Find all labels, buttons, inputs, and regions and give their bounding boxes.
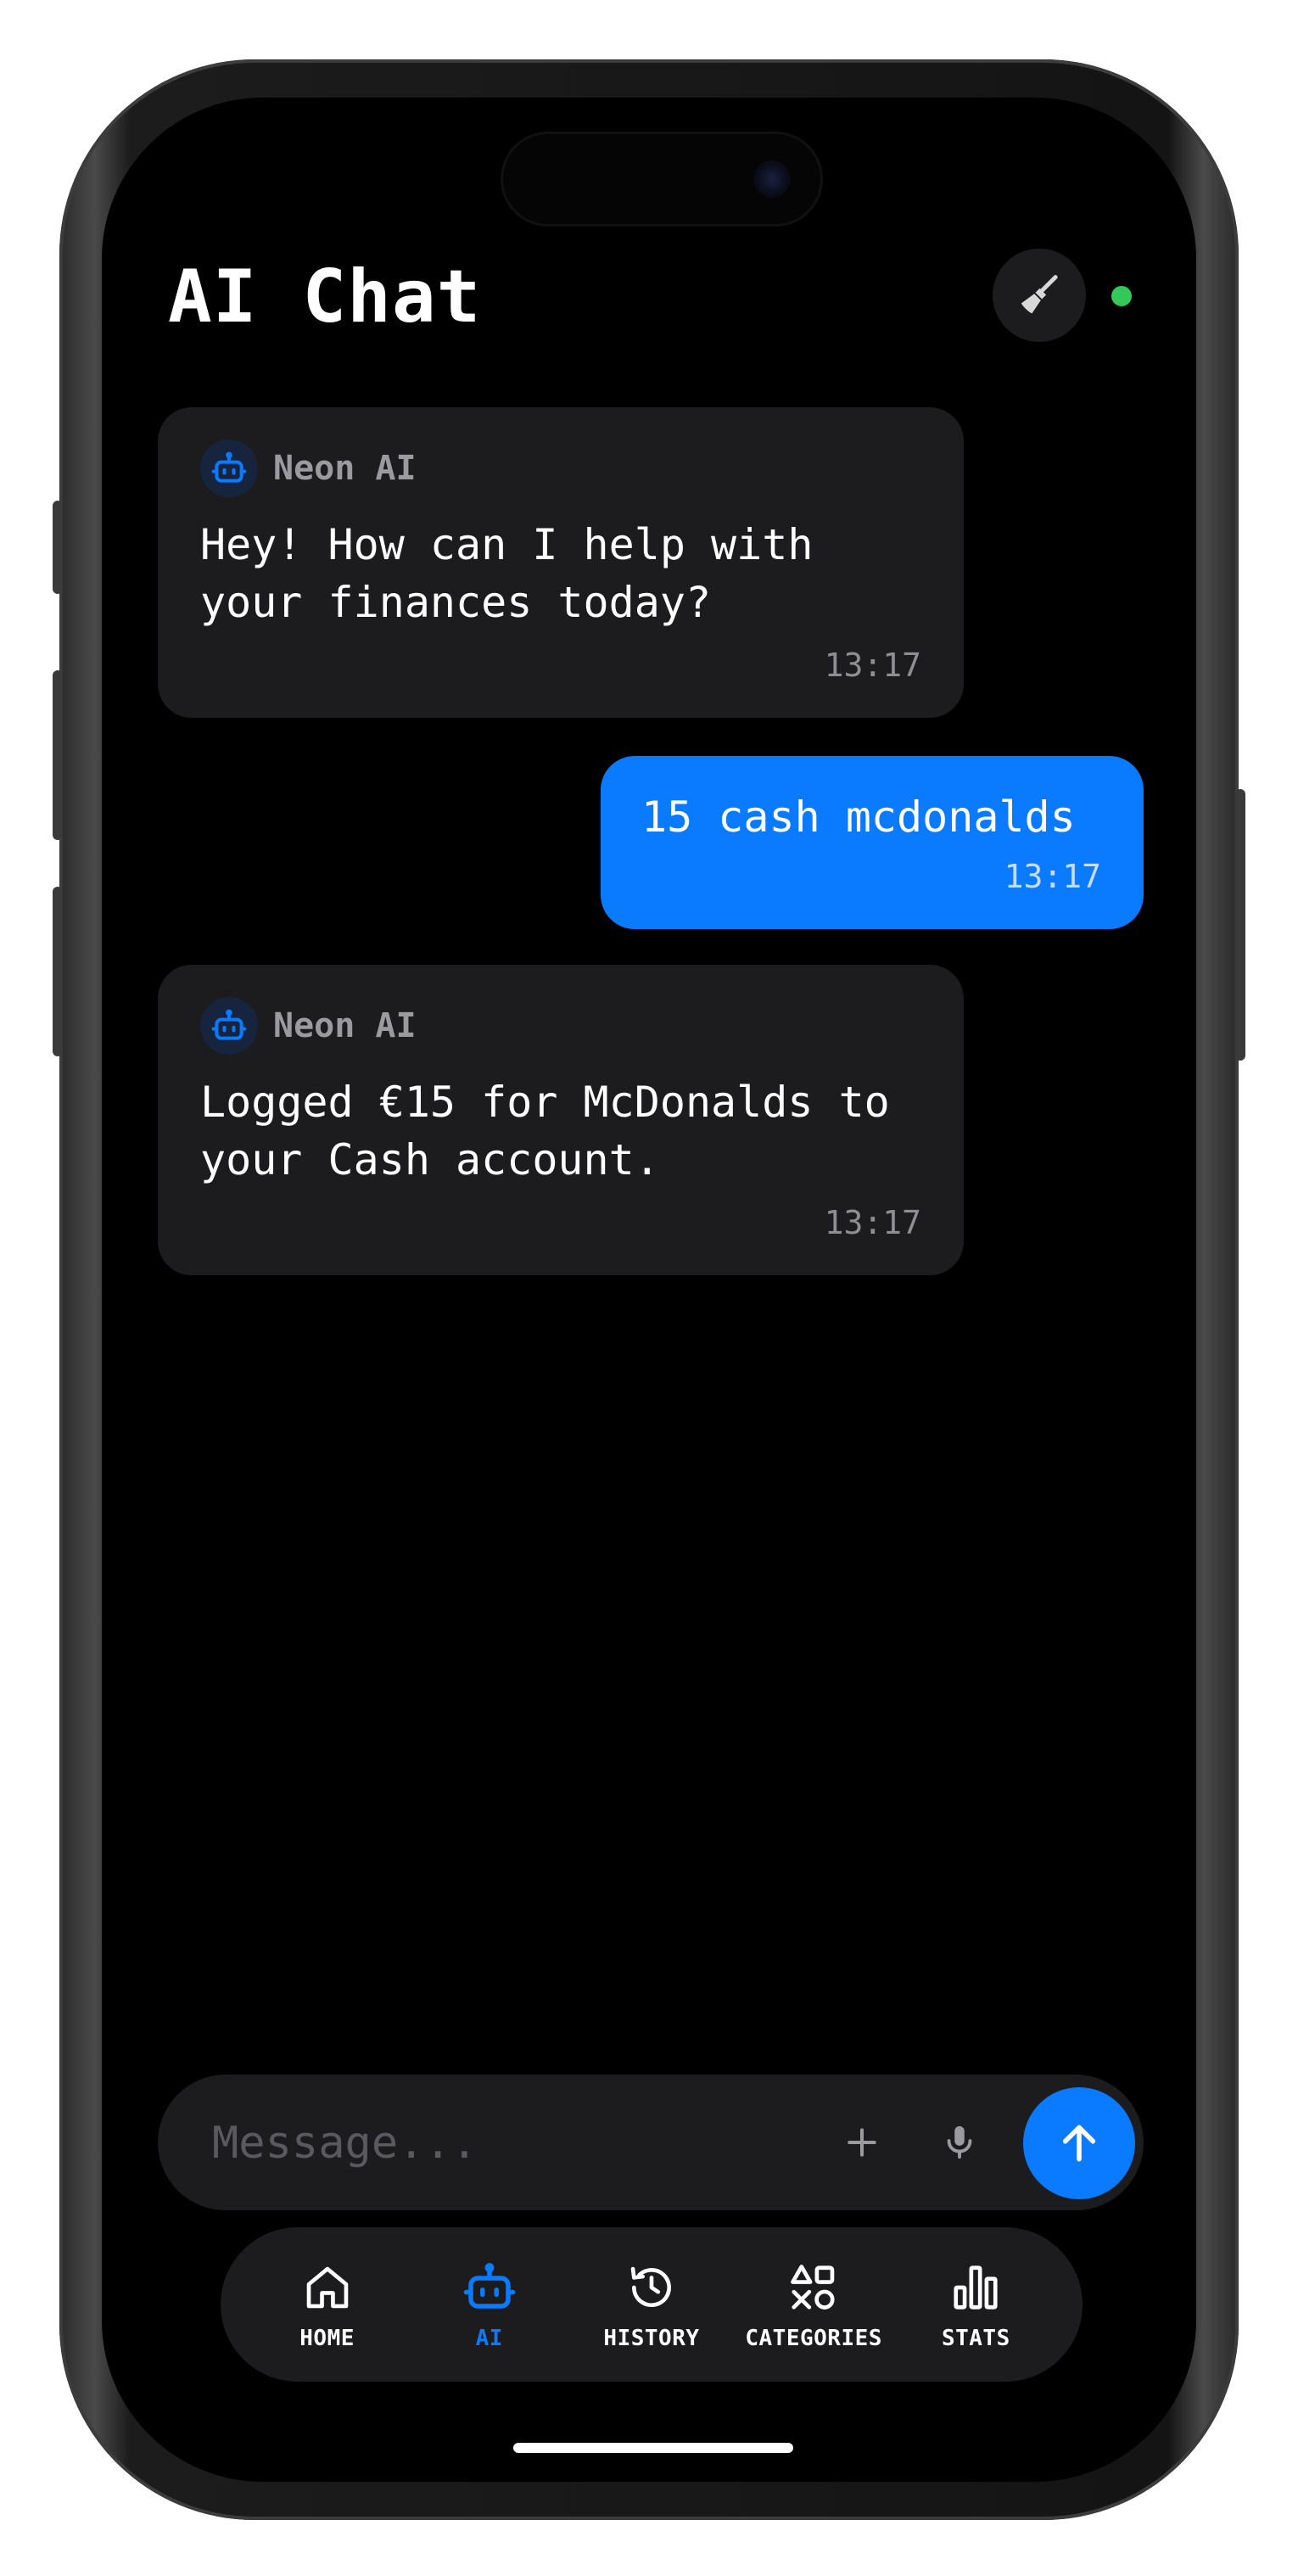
bar-chart-icon [946, 2258, 1005, 2317]
assistant-message: Neon AI Hey! How can I help with your fi… [158, 407, 964, 718]
tab-label: STATS [941, 2326, 1010, 2351]
tab-categories[interactable]: CATEGORIES [733, 2258, 894, 2351]
message-composer [158, 2075, 1144, 2210]
camera-icon [753, 160, 791, 198]
side-button-volume-down [53, 887, 63, 1056]
voice-input-button[interactable] [926, 2108, 993, 2176]
message-timestamp: 13:17 [1004, 858, 1101, 895]
clear-chat-button[interactable] [993, 249, 1086, 342]
message-timestamp: 13:17 [824, 647, 921, 684]
microphone-icon [947, 2125, 972, 2159]
message-text: Hey! How can I help with your finances t… [200, 520, 814, 627]
tab-label: HOME [299, 2326, 355, 2351]
user-message: 15 cash mcdonalds 13:17 [601, 756, 1144, 929]
side-button-volume-up [53, 670, 63, 840]
robot-icon [460, 2258, 519, 2317]
robot-icon [200, 997, 258, 1055]
side-button-action [53, 501, 63, 594]
tab-label: CATEGORIES [745, 2326, 882, 2351]
message-timestamp: 13:17 [824, 1204, 921, 1241]
broom-icon [1021, 275, 1058, 314]
side-button-power [1235, 789, 1245, 1061]
history-icon [622, 2258, 681, 2317]
plus-icon [848, 2128, 876, 2157]
shapes-icon [784, 2258, 843, 2317]
bottom-tab-bar: HOME AI HISTORY CATEGORIES STATS [221, 2227, 1083, 2382]
arrow-up-icon [1062, 2125, 1096, 2162]
tab-stats[interactable]: STATS [895, 2258, 1056, 2351]
message-text: 15 cash mcdonalds [641, 792, 1076, 842]
tab-ai[interactable]: AI [409, 2258, 570, 2351]
sender-name: Neon AI [273, 449, 417, 488]
tab-label: HISTORY [603, 2326, 700, 2351]
robot-icon [200, 440, 258, 497]
send-button[interactable] [1023, 2087, 1135, 2199]
message-text: Logged €15 for McDonalds to your Cash ac… [200, 1078, 890, 1184]
tab-home[interactable]: HOME [247, 2258, 408, 2351]
tab-history[interactable]: HISTORY [571, 2258, 732, 2351]
screen: AI Chat Neon AI Hey! How can I help with… [102, 98, 1196, 2482]
assistant-message: Neon AI Logged €15 for McDonalds to your… [158, 965, 964, 1275]
page-title: AI Chat [168, 255, 482, 339]
message-input[interactable] [210, 2108, 808, 2178]
tab-label: AI [475, 2326, 503, 2351]
attach-button[interactable] [828, 2108, 896, 2176]
home-indicator[interactable] [513, 2443, 793, 2453]
online-status-dot [1111, 286, 1132, 306]
dynamic-island [501, 132, 823, 227]
sender-name: Neon AI [273, 1006, 417, 1045]
home-icon [298, 2258, 357, 2317]
